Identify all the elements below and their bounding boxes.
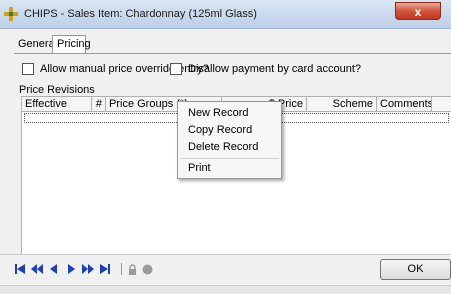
footer-divider	[0, 254, 451, 255]
window-title: CHIPS - Sales Item: Chardonnay (125ml Gl…	[24, 8, 257, 20]
disallow-card-option[interactable]: Disallow payment by card account?	[170, 63, 361, 75]
menu-item-delete-record[interactable]: Delete Record	[188, 140, 258, 154]
ok-button[interactable]: OK	[380, 259, 451, 280]
disallow-card-label: Disallow payment by card account?	[188, 63, 362, 75]
record-status-icon[interactable]	[142, 264, 153, 275]
col-header-comments[interactable]: Comments	[377, 97, 432, 111]
price-revisions-label: Price Revisions	[19, 84, 95, 96]
next-page-icon[interactable]	[82, 263, 94, 275]
menu-item-new-record[interactable]: New Record	[188, 106, 249, 120]
tab-pricing[interactable]: Pricing	[52, 35, 91, 53]
lock-icon[interactable]	[127, 263, 138, 275]
col-header-scheme[interactable]: Scheme	[307, 97, 377, 111]
title-bar[interactable]: CHIPS - Sales Item: Chardonnay (125ml Gl…	[0, 0, 451, 29]
disallow-card-checkbox[interactable]	[170, 63, 182, 75]
tab-panel-border	[14, 53, 451, 54]
manual-price-checkbox[interactable]	[22, 63, 34, 75]
app-icon	[4, 7, 18, 21]
nav-separator	[121, 263, 122, 275]
previous-record-icon[interactable]	[48, 263, 60, 275]
context-menu: New Record Copy Record Delete Record Pri…	[177, 101, 282, 179]
previous-page-icon[interactable]	[31, 263, 43, 275]
app-window: CHIPS - Sales Item: Chardonnay (125ml Gl…	[0, 0, 451, 294]
tab-general[interactable]: General	[14, 36, 57, 53]
col-header-number[interactable]: #	[92, 97, 106, 111]
menu-separator	[180, 158, 279, 159]
close-button[interactable]: x	[395, 2, 441, 20]
col-header-effective[interactable]: Effective	[22, 97, 92, 111]
last-record-icon[interactable]	[99, 263, 111, 275]
menu-item-copy-record[interactable]: Copy Record	[188, 123, 252, 137]
tab-pricing-label: Pricing	[57, 38, 91, 50]
record-navigator	[14, 263, 157, 275]
next-record-icon[interactable]	[65, 263, 77, 275]
menu-item-print[interactable]: Print	[188, 161, 211, 175]
first-record-icon[interactable]	[14, 263, 26, 275]
